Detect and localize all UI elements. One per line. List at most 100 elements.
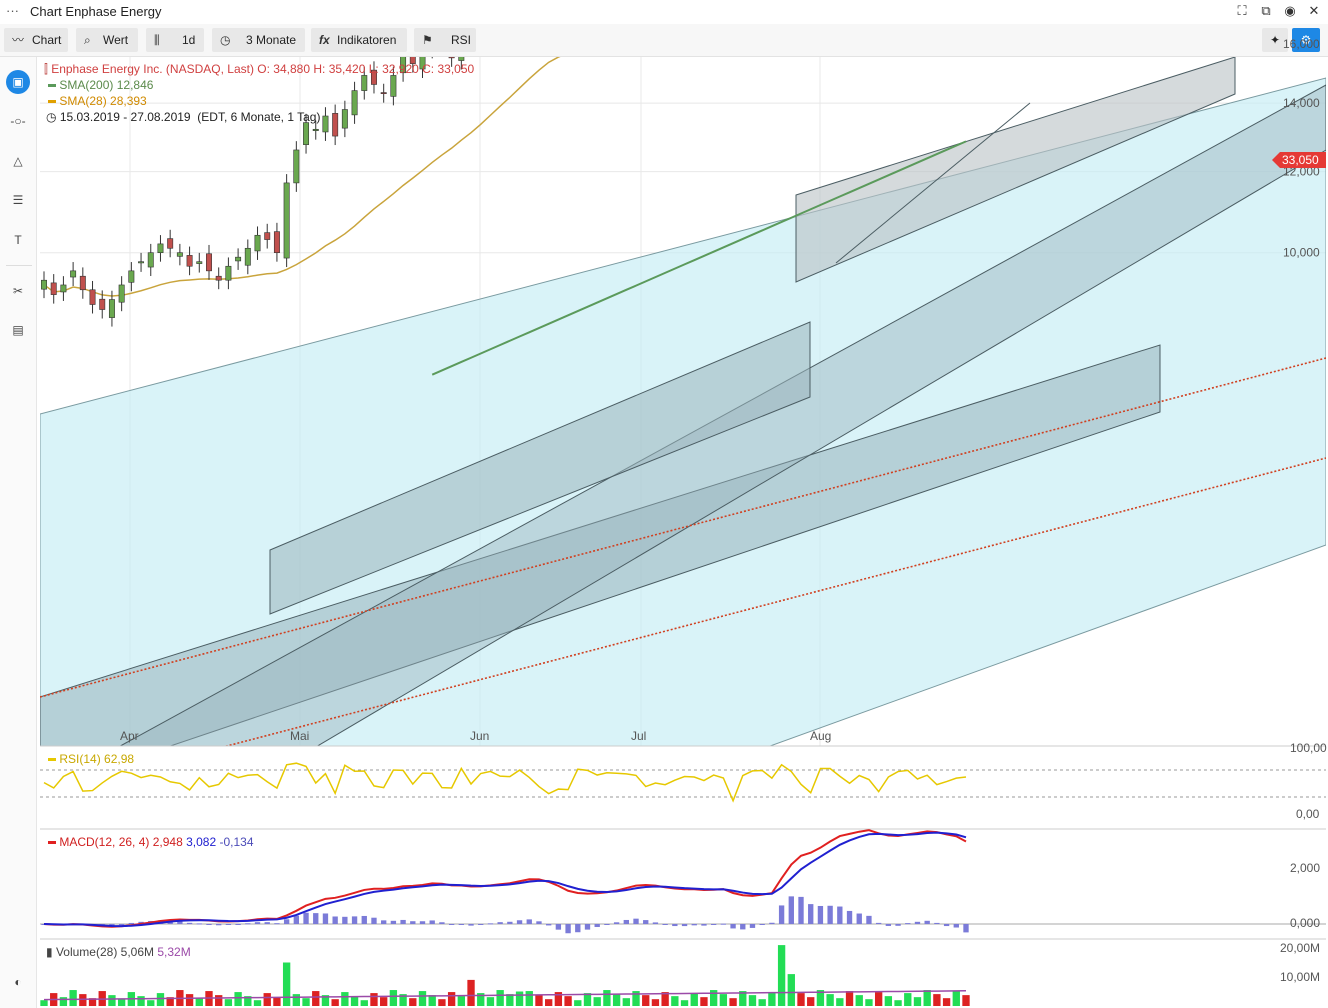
macd-hist-bar bbox=[332, 916, 338, 924]
volume-legend[interactable]: ▮ Volume(28) 5,06M 5,32M bbox=[46, 945, 191, 959]
candle-body bbox=[517, 0, 522, 4]
macd-hist-bar bbox=[468, 924, 474, 926]
macd-hist-bar bbox=[788, 896, 794, 924]
macd-swatch bbox=[48, 841, 56, 845]
candle-body bbox=[468, 36, 473, 44]
price-tick-16: 10,000 bbox=[1283, 246, 1320, 260]
volume-bar bbox=[680, 1000, 689, 1006]
macd-hist-bar bbox=[546, 924, 552, 926]
volume-bar bbox=[380, 997, 388, 1006]
candle-body bbox=[186, 255, 193, 267]
candle-body bbox=[458, 57, 465, 61]
macd-hist-bar bbox=[371, 917, 377, 924]
date-range-legend: ◷ 15.03.2019 - 27.08.2019 (EDT, 6 Monate… bbox=[46, 110, 321, 124]
candle-body bbox=[488, 12, 493, 33]
macd-hist-bar bbox=[448, 924, 455, 925]
volume-bar bbox=[282, 962, 291, 1006]
candle-body bbox=[254, 234, 261, 252]
candle-body bbox=[215, 275, 222, 281]
macd-hist-bar bbox=[652, 922, 659, 924]
macd-hist-bar bbox=[730, 924, 736, 929]
volume-bar bbox=[215, 995, 223, 1006]
macd-tick-0: 0,000 bbox=[1290, 916, 1320, 930]
volume-bar bbox=[195, 998, 203, 1006]
volume-bar bbox=[729, 998, 737, 1006]
volume-bar bbox=[341, 992, 349, 1006]
volume-bar bbox=[263, 993, 271, 1006]
close-value: C: 33,050 bbox=[422, 62, 475, 76]
candle-body bbox=[128, 270, 135, 283]
volume-bar bbox=[350, 996, 359, 1006]
volume-bar bbox=[612, 994, 621, 1006]
volume-bar bbox=[807, 997, 815, 1006]
volume-bar bbox=[185, 994, 194, 1006]
high-value: H: 35,420 bbox=[313, 62, 366, 76]
candle-body bbox=[341, 109, 348, 129]
candle-body bbox=[118, 284, 125, 303]
volume-bar bbox=[273, 997, 281, 1006]
macd-hist-bar bbox=[507, 921, 513, 924]
macd-hist-bar bbox=[526, 919, 532, 924]
rsi-tick-100: 100,00 bbox=[1290, 741, 1327, 755]
last-price-label: 33,050 bbox=[1282, 153, 1319, 167]
volume-bar bbox=[331, 999, 339, 1006]
macd-hist-bar bbox=[555, 924, 562, 930]
macd-hist-bar bbox=[749, 924, 756, 928]
macd-hist-bar bbox=[283, 919, 290, 924]
volume-bar bbox=[700, 997, 708, 1006]
macd-hist-bar bbox=[943, 924, 950, 927]
candle-body bbox=[312, 128, 319, 131]
candle-body bbox=[60, 284, 67, 293]
candle-body bbox=[50, 282, 57, 295]
volume-bar bbox=[603, 990, 611, 1006]
volume-bar bbox=[525, 991, 533, 1006]
volume-bar bbox=[438, 999, 446, 1006]
macd-hist-bar bbox=[400, 919, 406, 924]
volume-bar bbox=[69, 990, 77, 1006]
volume-bar bbox=[962, 995, 970, 1006]
volume-bar bbox=[748, 995, 757, 1006]
macd-hist-bar bbox=[691, 924, 697, 926]
candle-body bbox=[565, 19, 570, 35]
sma28-legend[interactable]: SMA(28) 28,393 bbox=[48, 94, 147, 108]
candle-body bbox=[157, 243, 164, 254]
volume-bar bbox=[942, 998, 951, 1006]
volume-bar bbox=[719, 994, 728, 1006]
macd-hist-bar bbox=[895, 924, 901, 926]
macd-hist-bar bbox=[613, 922, 620, 924]
candle-body bbox=[167, 238, 174, 249]
volume-bar bbox=[545, 999, 553, 1006]
volume-bar bbox=[923, 990, 931, 1006]
volume-bar bbox=[758, 999, 766, 1006]
volume-bar bbox=[768, 992, 776, 1006]
macd-hist-bar bbox=[487, 923, 494, 925]
month-label-jun: Jun bbox=[470, 729, 489, 743]
sma200-legend[interactable]: SMA(200) 12,846 bbox=[48, 78, 153, 92]
volume-bar bbox=[933, 994, 941, 1006]
rsi-legend[interactable]: RSI(14) 62,98 bbox=[48, 752, 134, 766]
volume-bar bbox=[884, 996, 893, 1006]
macd-hist-bar bbox=[429, 920, 435, 924]
volume-bar bbox=[671, 996, 679, 1006]
macd-hist-bar bbox=[225, 924, 232, 925]
volume-bar bbox=[913, 997, 922, 1006]
candle-body bbox=[430, 33, 435, 50]
macd-hist-bar bbox=[924, 920, 930, 924]
macd-hist-bar bbox=[681, 924, 688, 927]
month-label-mai: Mai bbox=[290, 729, 309, 743]
macd-hist-bar bbox=[827, 905, 833, 924]
candle-body bbox=[41, 279, 47, 290]
macd-legend[interactable]: MACD(12, 26, 4) 2,948 3,082 -0,134 bbox=[48, 835, 254, 849]
macd-hist-bar bbox=[565, 924, 571, 934]
candle-body bbox=[380, 92, 387, 94]
candle-body bbox=[478, 27, 483, 35]
macd-hist-bar bbox=[381, 920, 387, 924]
volume-bar bbox=[389, 990, 398, 1006]
macd-tick-2: 2,000 bbox=[1290, 861, 1320, 875]
macd-hist-bar bbox=[846, 910, 853, 924]
candle-body bbox=[293, 149, 300, 184]
instrument-legend: ⫿ Enphase Energy Inc. (NASDAQ, Last) O: … bbox=[44, 62, 474, 77]
volume-bar bbox=[515, 991, 524, 1006]
chart-canvas[interactable]: AprMaiJunJulAug 42,00040,00038,00036,000… bbox=[0, 0, 1328, 1008]
macd-hist-bar bbox=[313, 913, 319, 924]
